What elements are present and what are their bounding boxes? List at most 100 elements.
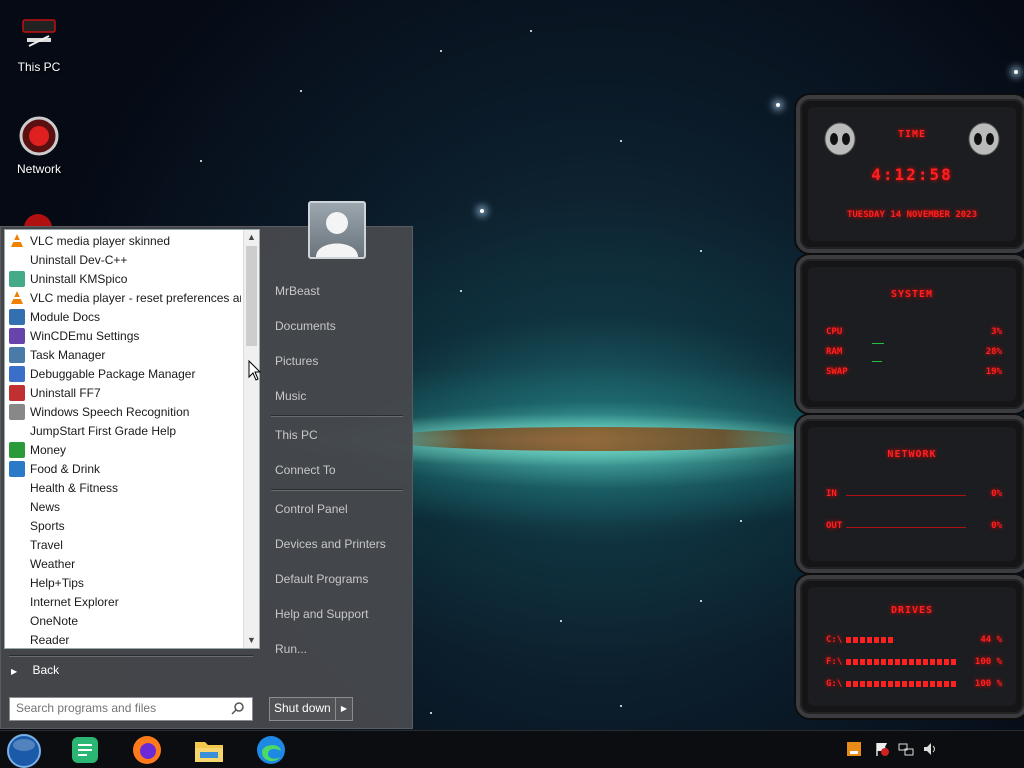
scrollbar-thumb[interactable] — [246, 246, 257, 346]
program-label: OneNote — [30, 614, 79, 628]
program-item[interactable]: Travel — [5, 536, 241, 555]
default-programs-link[interactable]: Default Programs — [275, 572, 368, 586]
star — [460, 290, 462, 292]
back-arrow-icon: ▶ — [11, 667, 18, 676]
star — [620, 705, 622, 707]
food-icon — [9, 460, 25, 477]
star — [560, 620, 562, 622]
user-silhouette-icon — [316, 212, 358, 257]
network-tray-button[interactable] — [898, 741, 914, 757]
help-support-link[interactable]: Help and Support — [275, 607, 368, 621]
user-folder-link[interactable]: MrBeast — [275, 284, 320, 298]
notepad-icon — [72, 737, 98, 763]
program-item[interactable]: News — [5, 498, 241, 517]
program-item[interactable]: VLC media player skinned — [5, 232, 241, 251]
package-icon — [9, 365, 25, 382]
music-link[interactable]: Music — [275, 389, 306, 403]
network-gadget[interactable]: NETWORK IN 0% OUT 0% — [796, 415, 1024, 573]
star — [776, 103, 780, 107]
program-item[interactable]: Weather — [5, 555, 241, 574]
program-item[interactable]: Food & Drink — [5, 460, 241, 479]
program-item[interactable]: Debuggable Package Manager — [5, 365, 241, 384]
money-icon — [9, 441, 25, 458]
net-out-value: 0% — [991, 521, 1002, 531]
program-label: JumpStart First Grade Help — [30, 424, 177, 438]
blank-icon — [9, 613, 25, 629]
wincdemu-icon — [9, 327, 25, 344]
program-item[interactable]: JumpStart First Grade Help — [5, 422, 241, 441]
net-out-label: OUT — [826, 521, 843, 531]
uninstall-icon — [9, 384, 25, 401]
desktop-icon-this-pc[interactable]: This PC — [3, 12, 75, 74]
drive-f-value: 100 % — [974, 657, 1002, 667]
documents-link[interactable]: Documents — [275, 319, 336, 333]
divider — [9, 655, 253, 657]
connect-to-link[interactable]: Connect To — [275, 463, 336, 477]
program-list[interactable]: VLC media player skinned Uninstall Dev-C+… — [4, 229, 260, 649]
user-avatar[interactable] — [308, 201, 366, 259]
program-item[interactable]: Help+Tips — [5, 574, 241, 593]
program-label: Internet Explorer — [30, 595, 119, 609]
program-label: News — [30, 500, 61, 514]
drives-gadget[interactable]: DRIVES C:\ 44 % F:\ 100 % G:\ 100 % — [796, 575, 1024, 718]
start-orb-button[interactable] — [6, 734, 41, 768]
shutdown-options-arrow-icon[interactable]: ▶ — [335, 698, 352, 720]
control-panel-link[interactable]: Control Panel — [275, 502, 348, 516]
run-link[interactable]: Run... — [275, 642, 307, 656]
time-gadget[interactable]: TIME 4:12:58 TUESDAY 14 NOVEMBER 2023 — [796, 95, 1024, 253]
program-item[interactable]: Reader — [5, 631, 241, 648]
system-gadget-panel: SYSTEM CPU 3% RAM 28% SWAP 19% — [808, 267, 1016, 401]
file-explorer-taskbar-button[interactable] — [192, 734, 226, 766]
program-item[interactable]: OneNote — [5, 612, 241, 631]
ram-label: RAM — [826, 347, 843, 357]
program-label: Food & Drink — [30, 462, 101, 476]
program-item[interactable]: Module Docs — [5, 308, 241, 327]
devices-printers-link[interactable]: Devices and Printers — [275, 537, 386, 551]
star — [530, 30, 532, 32]
program-item[interactable]: Uninstall Dev-C++ — [5, 251, 241, 270]
firefox-taskbar-button[interactable] — [130, 734, 164, 766]
program-item[interactable]: Health & Fitness — [5, 479, 241, 498]
star — [620, 140, 622, 142]
volume-tray-button[interactable] — [922, 741, 938, 757]
program-item[interactable]: WinCDEmu Settings — [5, 327, 241, 346]
edge-taskbar-button[interactable] — [254, 734, 288, 766]
search-input[interactable] — [10, 698, 226, 718]
program-item[interactable]: Internet Explorer — [5, 593, 241, 612]
program-label: VLC media player skinned — [30, 234, 171, 248]
java-tray-icon[interactable] — [846, 741, 862, 757]
desktop-icon-network[interactable]: Network — [3, 114, 75, 176]
program-item[interactable]: Uninstall KMSpico — [5, 270, 241, 289]
blank-icon — [9, 499, 25, 515]
program-item[interactable]: Windows Speech Recognition — [5, 403, 241, 422]
program-label: Reader — [30, 633, 70, 647]
star — [700, 600, 702, 602]
taskbar — [0, 730, 1024, 768]
pictures-link[interactable]: Pictures — [275, 354, 318, 368]
action-center-tray-icon[interactable] — [874, 741, 890, 757]
blank-icon — [9, 575, 25, 591]
program-item[interactable]: VLC media player - reset preferences and… — [5, 289, 241, 308]
scroll-up-arrow-icon[interactable]: ▲ — [244, 230, 259, 245]
start-menu: VLC media player skinned Uninstall Dev-C+… — [0, 226, 413, 729]
task-manager-icon — [9, 346, 25, 363]
search-box[interactable] — [9, 697, 253, 721]
scroll-down-arrow-icon[interactable]: ▼ — [244, 633, 259, 648]
program-item[interactable]: Uninstall FF7 — [5, 384, 241, 403]
firefox-icon — [133, 736, 161, 764]
time-gadget-panel: TIME 4:12:58 TUESDAY 14 NOVEMBER 2023 — [808, 107, 1016, 241]
program-item[interactable]: Money — [5, 441, 241, 460]
start-orb-icon — [7, 734, 41, 768]
program-list-scrollbar[interactable]: ▲ ▼ — [243, 230, 259, 648]
this-pc-icon — [17, 12, 61, 56]
star — [1014, 70, 1018, 74]
desktop-icon-label: Network — [16, 162, 61, 176]
system-gadget[interactable]: SYSTEM CPU 3% RAM 28% SWAP 19% — [796, 255, 1024, 413]
program-item[interactable]: Task Manager — [5, 346, 241, 365]
notepad-taskbar-button[interactable] — [68, 734, 102, 766]
shutdown-button[interactable]: Shut down ▶ — [269, 697, 353, 721]
program-item[interactable]: Sports — [5, 517, 241, 536]
microphone-icon — [9, 403, 25, 420]
back-button[interactable]: ▶ Back — [11, 663, 59, 677]
this-pc-link[interactable]: This PC — [275, 428, 318, 442]
